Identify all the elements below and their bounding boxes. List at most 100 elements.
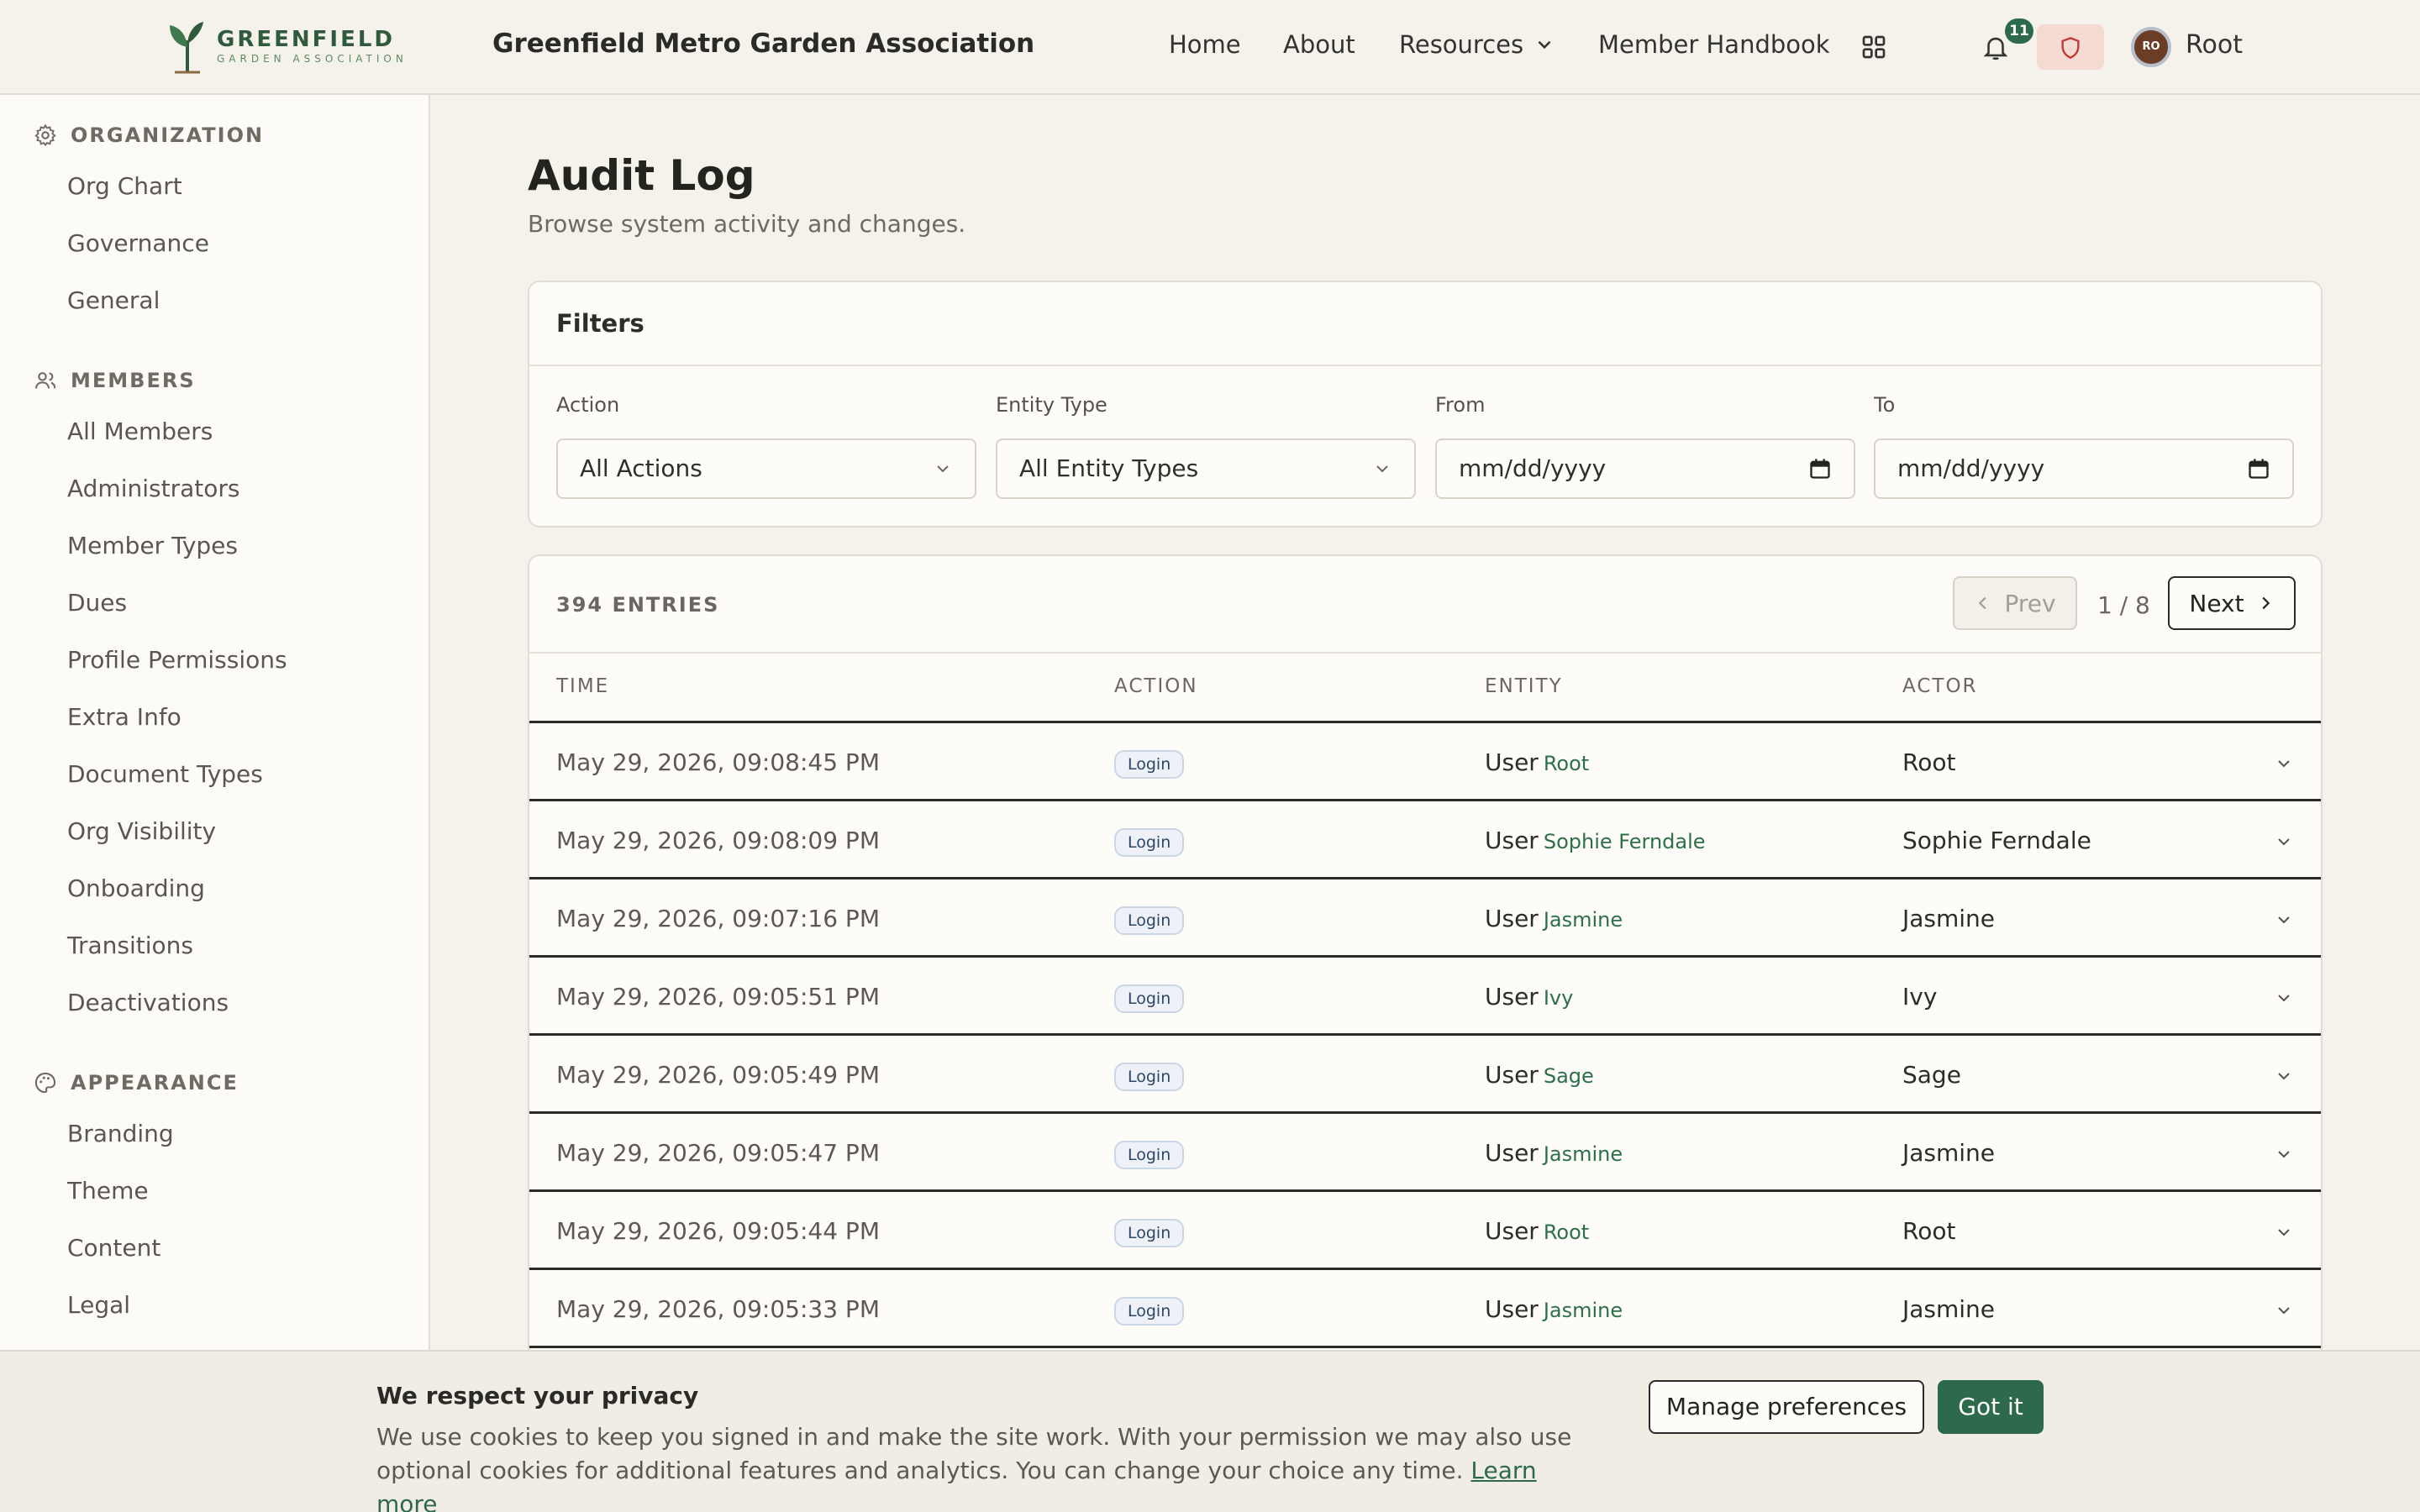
cell-entity: User Jasmine bbox=[1485, 905, 1623, 932]
entity-link[interactable]: Sophie Ferndale bbox=[1544, 830, 1706, 853]
to-date-input[interactable]: mm/dd/yyyy bbox=[1874, 438, 2294, 499]
avatar[interactable]: RO bbox=[2131, 27, 2171, 67]
table-row[interactable]: May 29, 2026, 09:05:49 PM Login User Sage Sa… bbox=[529, 1036, 2321, 1114]
from-date-input[interactable]: mm/dd/yyyy bbox=[1435, 438, 1855, 499]
entity-type: User bbox=[1485, 1061, 1539, 1089]
cell-entity: User Root bbox=[1485, 1217, 1589, 1245]
cell-actor: Jasmine bbox=[1902, 1139, 1996, 1167]
table-row[interactable]: May 29, 2026, 09:08:09 PM Login User Sophie… bbox=[529, 801, 2321, 879]
sidebar-item-deactivations[interactable]: Deactivations bbox=[67, 989, 229, 1016]
action-filter-select[interactable]: All Actions bbox=[556, 438, 976, 499]
cell-entity: User Root bbox=[1485, 748, 1589, 776]
expand-chevron-icon[interactable] bbox=[2274, 988, 2294, 1008]
org-name: Greenfield Metro Garden Association bbox=[492, 29, 1035, 59]
entity-type: User bbox=[1485, 1295, 1539, 1323]
entity-type-filter-label: Entity Type bbox=[996, 393, 1107, 417]
user-name[interactable]: Root bbox=[2186, 30, 2243, 60]
entity-link[interactable]: Root bbox=[1544, 1221, 1589, 1244]
column-header-actor: ACTOR bbox=[1902, 675, 1978, 697]
calendar-icon[interactable] bbox=[1808, 457, 1832, 480]
sidebar-item-org-visibility[interactable]: Org Visibility bbox=[67, 817, 216, 845]
sidebar-item-org-chart[interactable]: Org Chart bbox=[67, 172, 182, 200]
column-header-entity: ENTITY bbox=[1485, 675, 1563, 697]
cell-entity: User Sage bbox=[1485, 1061, 1594, 1089]
divider bbox=[529, 652, 2321, 654]
logo[interactable]: GREENFIELD GARDEN ASSOCIATION bbox=[165, 18, 408, 74]
action-badge: Login bbox=[1114, 828, 1185, 857]
table-row[interactable]: May 29, 2026, 09:05:47 PM Login User Jasmin… bbox=[529, 1114, 2321, 1192]
accept-cookies-button[interactable]: Got it bbox=[1938, 1380, 2044, 1434]
from-date-placeholder: mm/dd/yyyy bbox=[1459, 454, 1607, 482]
apps-grid-icon[interactable] bbox=[1860, 34, 1887, 60]
action-badge: Login bbox=[1114, 1141, 1185, 1169]
cell-actor: Sage bbox=[1902, 1061, 1961, 1089]
entity-link[interactable]: Root bbox=[1544, 752, 1589, 775]
sidebar-item-administrators[interactable]: Administrators bbox=[67, 475, 239, 502]
table-row[interactable]: May 29, 2026, 09:07:16 PM Login User Jasmin… bbox=[529, 879, 2321, 958]
expand-chevron-icon[interactable] bbox=[2274, 1300, 2294, 1320]
cookie-banner: We respect your privacy We use cookies t… bbox=[0, 1350, 2420, 1512]
sidebar-item-extra-info[interactable]: Extra Info bbox=[67, 703, 182, 731]
expand-chevron-icon[interactable] bbox=[2274, 832, 2294, 852]
entity-link[interactable]: Jasmine bbox=[1544, 1142, 1623, 1166]
sidebar-item-dues[interactable]: Dues bbox=[67, 589, 127, 617]
sidebar-item-theme[interactable]: Theme bbox=[67, 1177, 149, 1205]
entity-link[interactable]: Sage bbox=[1544, 1064, 1594, 1088]
table-row[interactable]: May 29, 2026, 09:05:44 PM Login User Root Ro… bbox=[529, 1192, 2321, 1270]
sidebar-item-general[interactable]: General bbox=[67, 286, 160, 314]
sidebar-item-document-types[interactable]: Document Types bbox=[67, 760, 263, 788]
sidebar-item-branding[interactable]: Branding bbox=[67, 1120, 174, 1147]
expand-chevron-icon[interactable] bbox=[2274, 753, 2294, 774]
entity-type-filter-select[interactable]: All Entity Types bbox=[996, 438, 1416, 499]
sidebar-item-profile-permissions[interactable]: Profile Permissions bbox=[67, 646, 287, 674]
entity-type: User bbox=[1485, 983, 1539, 1011]
entity-type-filter-value: All Entity Types bbox=[1019, 454, 1199, 482]
sidebar-item-content[interactable]: Content bbox=[67, 1234, 160, 1262]
chevron-down-icon bbox=[1376, 465, 1388, 473]
expand-chevron-icon[interactable] bbox=[2274, 1144, 2294, 1164]
cookie-message: We use cookies to keep you signed in and… bbox=[376, 1423, 1572, 1484]
entity-link[interactable]: Ivy bbox=[1544, 986, 1573, 1010]
action-badge: Login bbox=[1114, 906, 1185, 935]
expand-chevron-icon[interactable] bbox=[2274, 1222, 2294, 1242]
cell-entity: User Ivy bbox=[1485, 983, 1573, 1011]
entity-type: User bbox=[1485, 1217, 1539, 1245]
sidebar: ORGANIZATION Org Chart Governance Genera… bbox=[0, 95, 430, 1512]
table-row[interactable]: May 29, 2026, 09:08:45 PM Login User Root Ro… bbox=[529, 723, 2321, 801]
calendar-icon[interactable] bbox=[2247, 457, 2270, 480]
entries-count: 394 ENTRIES bbox=[556, 593, 720, 617]
entity-link[interactable]: Jasmine bbox=[1544, 908, 1623, 932]
nav-resources[interactable]: Resources bbox=[1399, 30, 1555, 59]
sidebar-heading-appearance: APPEARANCE bbox=[34, 1071, 239, 1095]
filters-title: Filters bbox=[556, 309, 644, 338]
sidebar-heading-organization: ORGANIZATION bbox=[34, 123, 264, 147]
nav-about[interactable]: About bbox=[1283, 30, 1355, 59]
cell-actor: Ivy bbox=[1902, 983, 1938, 1011]
sidebar-item-onboarding[interactable]: Onboarding bbox=[67, 874, 205, 902]
sidebar-item-governance[interactable]: Governance bbox=[67, 229, 209, 257]
manage-preferences-button[interactable]: Manage preferences bbox=[1649, 1380, 1924, 1434]
column-header-action: ACTION bbox=[1114, 675, 1198, 697]
sidebar-item-transitions[interactable]: Transitions bbox=[67, 932, 193, 959]
expand-chevron-icon[interactable] bbox=[2274, 910, 2294, 930]
chevron-left-icon bbox=[1979, 596, 1986, 610]
nav-home[interactable]: Home bbox=[1169, 30, 1241, 59]
sidebar-item-all-members[interactable]: All Members bbox=[67, 417, 213, 445]
entity-link[interactable]: Jasmine bbox=[1544, 1299, 1623, 1322]
cell-time: May 29, 2026, 09:05:49 PM bbox=[556, 1061, 880, 1089]
prev-page-button[interactable]: Prev bbox=[1953, 576, 2077, 630]
sidebar-item-legal[interactable]: Legal bbox=[67, 1291, 130, 1319]
cell-actor: Jasmine bbox=[1902, 905, 1996, 932]
nav-member-handbook[interactable]: Member Handbook bbox=[1598, 30, 1830, 59]
cell-time: May 29, 2026, 09:05:44 PM bbox=[556, 1217, 880, 1245]
admin-shield-button[interactable] bbox=[2037, 24, 2104, 70]
sidebar-item-member-types[interactable]: Member Types bbox=[67, 532, 238, 559]
cell-entity: User Jasmine bbox=[1485, 1295, 1623, 1323]
expand-chevron-icon[interactable] bbox=[2274, 1066, 2294, 1086]
next-page-button[interactable]: Next bbox=[2168, 576, 2296, 630]
table-row[interactable]: May 29, 2026, 09:05:51 PM Login User Ivy Ivy bbox=[529, 958, 2321, 1036]
cell-time: May 29, 2026, 09:08:45 PM bbox=[556, 748, 880, 776]
action-badge: Login bbox=[1114, 1063, 1185, 1091]
action-filter-value: All Actions bbox=[580, 454, 702, 482]
table-row[interactable]: May 29, 2026, 09:05:33 PM Login User Jasmin… bbox=[529, 1270, 2321, 1348]
